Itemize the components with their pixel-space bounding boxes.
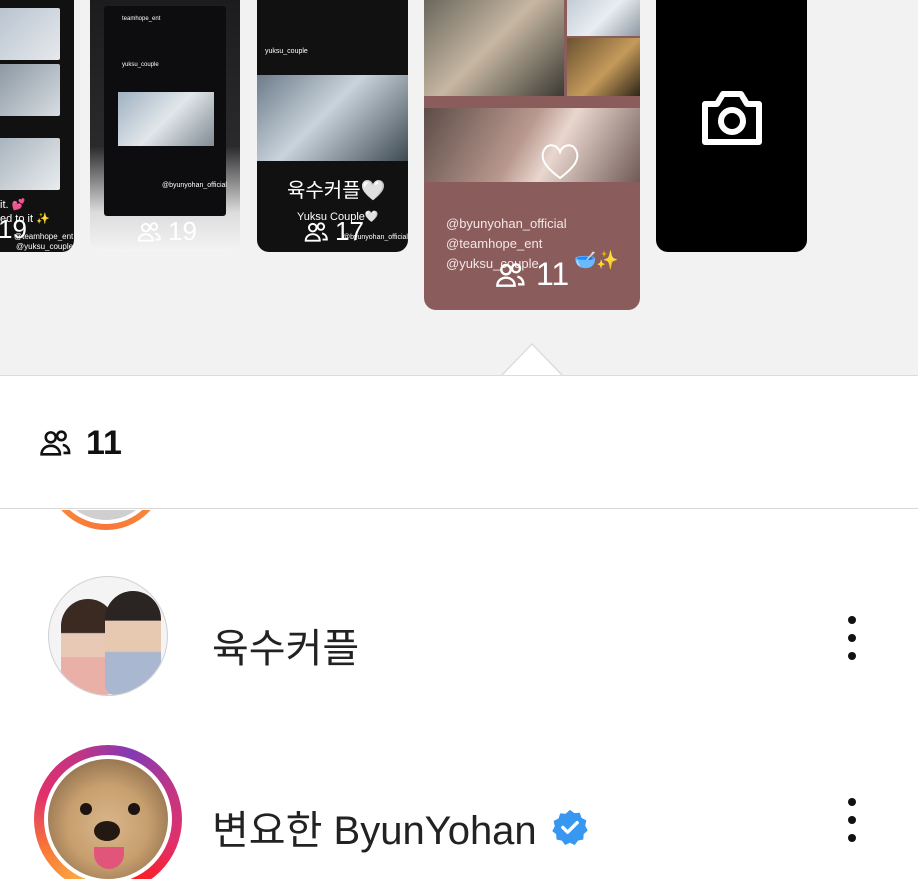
story-caption: it. 💕 <box>0 199 26 211</box>
story-strip: it. 💕 ed to it ✨ @teamhope_ent @yuksu_co… <box>0 0 918 375</box>
story-caption: @byunyohan_official <box>162 182 227 189</box>
viewer-name-text: 변요한 ByunYohan <box>212 809 537 853</box>
story-photo <box>424 108 640 182</box>
viewer-count-text: 17 <box>335 216 364 246</box>
verified-badge-icon <box>552 809 588 846</box>
viewer-count-text: 19 <box>0 214 27 244</box>
story-title: 육수커플🤍 <box>287 180 386 202</box>
story-photo <box>0 64 60 116</box>
viewer-count-text: 19 <box>168 216 197 246</box>
story-photo <box>118 92 214 146</box>
avatar-eye <box>80 803 92 815</box>
story-thumbnail[interactable]: teamhope_ent yuksu_couple @byunyohan_off… <box>90 0 240 252</box>
camera-icon <box>702 91 762 145</box>
story-header: yuksu_couple <box>265 48 308 55</box>
story-handle: @byunyohan_official <box>446 216 567 231</box>
viewer-row[interactable]: 변요한 ByunYohan <box>0 376 918 879</box>
avatar-figure <box>105 591 161 695</box>
story-photo <box>424 0 564 96</box>
story-emoji: 🥣✨ <box>574 250 619 270</box>
avatar[interactable] <box>48 576 168 696</box>
story-photo <box>567 38 640 96</box>
story-photo <box>0 8 60 60</box>
story-thumbnail[interactable]: it. 💕 ed to it ✨ @teamhope_ent @yuksu_co… <box>0 0 74 252</box>
viewer-name[interactable]: 육수커플 <box>212 616 359 674</box>
avatar-eye <box>128 803 140 815</box>
avatar[interactable] <box>44 755 172 879</box>
add-story-camera-button[interactable] <box>656 0 807 252</box>
story-inner-header: yuksu_couple <box>122 62 159 68</box>
avatar-nose <box>94 821 120 841</box>
story-viewer-count: 19 <box>0 214 27 245</box>
heart-doodle-icon <box>541 144 579 180</box>
viewer-name[interactable]: 변요한 ByunYohan <box>212 798 589 856</box>
story-viewer-count: 17 <box>303 216 364 247</box>
story-handle: @teamhope_ent <box>446 236 543 251</box>
story-header: teamhope_ent <box>122 16 161 22</box>
story-photo <box>0 138 60 190</box>
story-photo <box>257 75 408 161</box>
people-icon <box>304 221 328 242</box>
selection-pointer-fill <box>502 345 562 376</box>
story-photo <box>567 0 640 36</box>
story-thumbnail-selected[interactable]: @byunyohan_official @teamhope_ent @yuksu… <box>424 0 640 310</box>
people-icon <box>137 221 161 242</box>
viewer-count-text: 11 <box>536 256 570 292</box>
story-viewer-count: 11 <box>494 256 569 293</box>
viewer-name-text: 육수커플 <box>212 627 360 671</box>
more-options-icon[interactable] <box>846 798 858 842</box>
more-options-icon[interactable] <box>846 616 858 660</box>
avatar-tongue <box>94 847 124 869</box>
story-viewer-count: 19 <box>136 216 197 247</box>
viewers-sheet: 11 육수커플 변요한 ByunYohan <box>0 375 918 879</box>
story-thumbnail[interactable]: yuksu_couple 육수커플🤍 Yuksu Couple🤍 @byunyo… <box>257 0 408 252</box>
people-icon <box>496 262 525 287</box>
